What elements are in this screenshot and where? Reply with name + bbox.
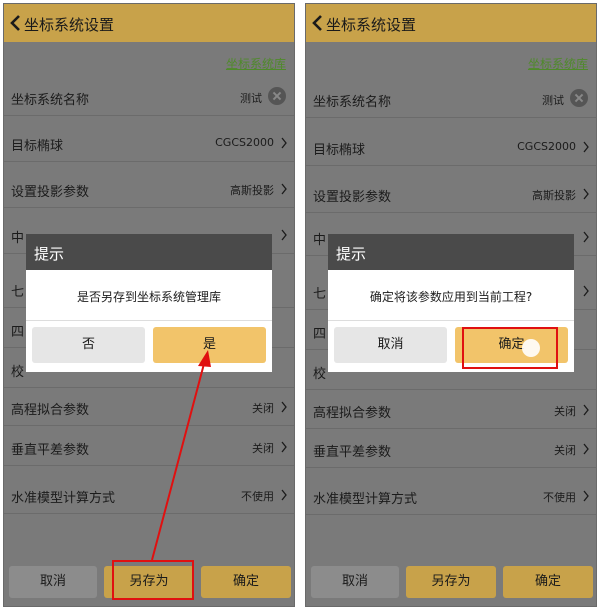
highlight-box-save-as <box>112 560 194 600</box>
chevron-right-icon <box>281 441 287 453</box>
row-label: 目标椭球 <box>11 139 64 154</box>
dialog-no-button[interactable]: 否 <box>32 327 145 363</box>
save-prompt-dialog: 提示 是否另存到坐标系统管理库 否 是 <box>26 234 272 372</box>
row-value: CGCS2000 <box>215 136 274 149</box>
chevron-right-icon <box>281 229 287 241</box>
row-projection-params[interactable]: 设置投影参数 高斯投影 <box>306 175 596 213</box>
dialog-header: 提示 <box>328 234 574 270</box>
row-label: 垂直平差参数 <box>11 443 90 458</box>
confirm-button[interactable]: 确定 <box>503 566 593 598</box>
chevron-right-icon <box>583 285 589 297</box>
row-target-ellipsoid[interactable]: 目标椭球 CGCS2000 <box>4 124 294 162</box>
row-target-ellipsoid[interactable]: 目标椭球 CGCS2000 <box>306 128 596 166</box>
row-label: 水准模型计算方式 <box>11 491 116 506</box>
cancel-button[interactable]: 取消 <box>9 566 97 598</box>
dialog-title: 提示 <box>336 245 367 263</box>
confirm-button[interactable]: 确定 <box>201 566 291 598</box>
row-vertical-adjustment[interactable]: 垂直平差参数 关闭 <box>4 428 294 466</box>
dialog-divider <box>26 320 272 321</box>
row-label: 目标椭球 <box>313 143 366 158</box>
row-value: 测试 <box>542 94 564 107</box>
clear-icon[interactable] <box>268 87 286 105</box>
row-value: 高斯投影 <box>230 184 274 197</box>
chevron-right-icon <box>583 188 589 200</box>
chevron-right-icon <box>281 401 287 413</box>
row-value: 不使用 <box>241 490 274 503</box>
chevron-right-icon <box>583 404 589 416</box>
row-value: 关闭 <box>554 405 576 418</box>
row-label: 七 <box>11 285 25 300</box>
row-elevation-fitting[interactable]: 高程拟合参数 关闭 <box>4 388 294 426</box>
touch-indicator <box>522 339 540 357</box>
row-value: 关闭 <box>554 444 576 457</box>
phone-screen-left: 坐标系统设置 坐标系统库 坐标系统名称 测试 目标椭球 CGCS2000 设置投… <box>3 3 295 607</box>
row-label: 高程拟合参数 <box>11 403 90 418</box>
dialog-cancel-button[interactable]: 取消 <box>334 327 447 363</box>
highlight-box-confirm <box>462 327 558 369</box>
row-label: 四 <box>313 327 327 342</box>
row-vertical-adjustment[interactable]: 垂直平差参数 关闭 <box>306 430 596 468</box>
row-label: 高程拟合参数 <box>313 406 392 421</box>
row-leveling-model[interactable]: 水准模型计算方式 不使用 <box>306 477 596 515</box>
coordinate-system-library-link[interactable]: 坐标系统库 <box>226 55 286 72</box>
row-label: 校 <box>11 365 25 380</box>
back-chevron-icon[interactable] <box>8 13 24 33</box>
dialog-message: 是否另存到坐标系统管理库 <box>76 290 221 304</box>
row-coord-system-name[interactable]: 坐标系统名称 测试 <box>4 78 294 116</box>
row-label: 七 <box>313 287 327 302</box>
chevron-right-icon <box>583 231 589 243</box>
row-label: 水准模型计算方式 <box>313 492 418 507</box>
header-bar: 坐标系统设置 <box>306 4 596 42</box>
dialog-divider <box>328 320 574 321</box>
dialog-body: 是否另存到坐标系统管理库 否 是 <box>26 270 272 372</box>
page-title: 坐标系统设置 <box>326 16 417 34</box>
row-label: 设置投影参数 <box>313 190 392 205</box>
save-as-button[interactable]: 另存为 <box>406 566 496 598</box>
bottom-action-bar: 取消 另存为 确定 <box>306 556 596 606</box>
row-value: 高斯投影 <box>532 189 576 202</box>
header-bar: 坐标系统设置 <box>4 4 294 42</box>
row-label: 四 <box>11 325 25 340</box>
row-projection-params[interactable]: 设置投影参数 高斯投影 <box>4 170 294 208</box>
row-elevation-fitting[interactable]: 高程拟合参数 关闭 <box>306 391 596 429</box>
clear-icon[interactable] <box>570 89 588 107</box>
dialog-message: 确定将该参数应用到当前工程? <box>369 290 533 304</box>
row-leveling-model[interactable]: 水准模型计算方式 不使用 <box>4 476 294 514</box>
chevron-right-icon <box>583 443 589 455</box>
row-label: 设置投影参数 <box>11 185 90 200</box>
chevron-right-icon <box>281 489 287 501</box>
back-chevron-icon[interactable] <box>310 13 326 33</box>
chevron-right-icon <box>583 490 589 502</box>
row-label: 垂直平差参数 <box>313 445 392 460</box>
chevron-right-icon <box>281 137 287 149</box>
row-label: 中 <box>11 231 25 246</box>
chevron-right-icon <box>281 183 287 195</box>
row-value: 关闭 <box>252 442 274 455</box>
row-label: 坐标系统名称 <box>313 95 392 110</box>
row-value: 关闭 <box>252 402 274 415</box>
phone-screen-right: 坐标系统设置 坐标系统库 坐标系统名称 测试 目标椭球 CGCS2000 设置投… <box>305 3 597 607</box>
row-label: 坐标系统名称 <box>11 93 90 108</box>
page-title: 坐标系统设置 <box>24 16 115 34</box>
coordinate-system-library-link[interactable]: 坐标系统库 <box>528 55 588 72</box>
row-value: 不使用 <box>543 491 576 504</box>
chevron-right-icon <box>583 141 589 153</box>
row-label: 校 <box>313 367 327 382</box>
dialog-header: 提示 <box>26 234 272 270</box>
cancel-button[interactable]: 取消 <box>311 566 399 598</box>
row-label: 中 <box>313 233 327 248</box>
row-coord-system-name[interactable]: 坐标系统名称 测试 <box>306 80 596 118</box>
row-value: 测试 <box>240 92 262 105</box>
row-value: CGCS2000 <box>517 140 576 153</box>
dialog-title: 提示 <box>34 245 65 263</box>
dialog-yes-button[interactable]: 是 <box>153 327 266 363</box>
